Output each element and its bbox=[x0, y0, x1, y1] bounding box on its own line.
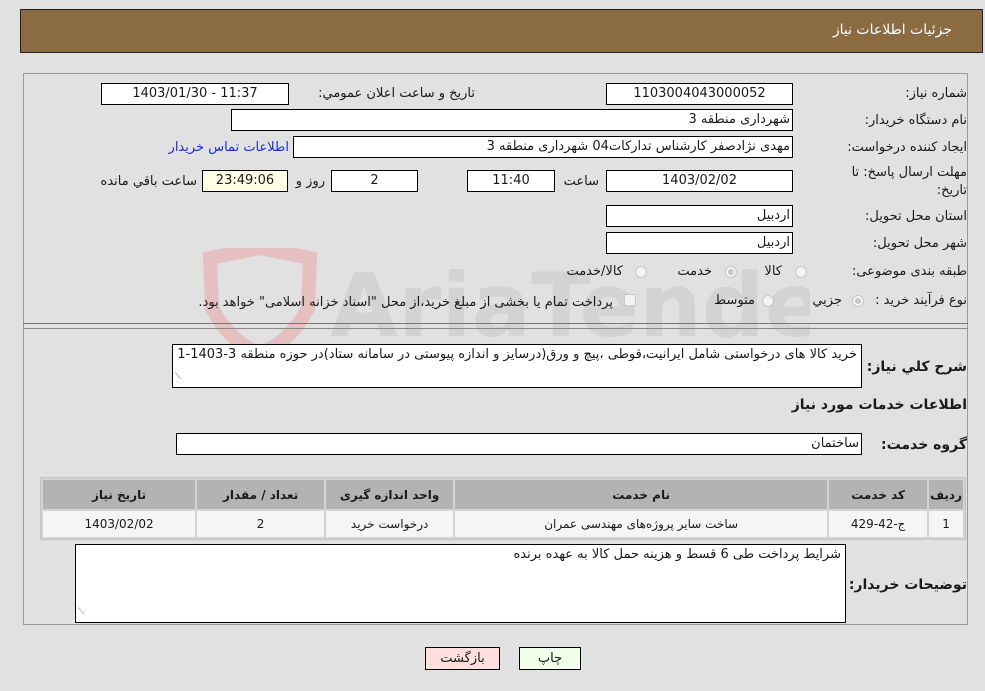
buyer-notes-text: شرایط پرداخت طی 6 قسط و هزینه حمل کالا ب… bbox=[513, 547, 841, 562]
purchase-radio-medium[interactable] bbox=[762, 295, 774, 307]
divider bbox=[23, 323, 968, 324]
city-field: اردبیل bbox=[606, 232, 793, 254]
buyer-contact-link[interactable]: اطلاعات تماس خریدار bbox=[169, 140, 289, 155]
page-header: جزئیات اطلاعات نیاز bbox=[20, 9, 983, 53]
province-field: اردبیل bbox=[606, 205, 793, 227]
city-label: شهر محل تحویل: bbox=[872, 236, 967, 251]
remaining-time-field: 23:49:06 bbox=[202, 170, 288, 192]
category-radio-goods[interactable] bbox=[795, 266, 807, 278]
deadline-date-field: 1403/02/02 bbox=[606, 170, 793, 192]
cell-service-name: ساخت سایر پروژه‌های مهندسی عمران bbox=[455, 511, 828, 537]
deadline-time-field: 11:40 bbox=[467, 170, 555, 192]
col-header-service-name: نام خدمت bbox=[455, 480, 828, 509]
purchase-option-medium: متوسط bbox=[714, 293, 755, 308]
days-label: روز و bbox=[295, 174, 325, 189]
need-number-label: شماره نیاز: bbox=[905, 86, 967, 101]
treasury-checkbox[interactable] bbox=[624, 294, 636, 306]
col-header-row-number: ردیف bbox=[929, 480, 963, 509]
cell-need-date: 1403/02/02 bbox=[43, 511, 196, 537]
category-radio-goods-service[interactable] bbox=[635, 266, 647, 278]
col-header-quantity: تعداد / مقدار bbox=[197, 480, 325, 509]
deadline-label-line2: تاریخ: bbox=[936, 183, 967, 198]
resize-grip-icon[interactable]: ⟋ bbox=[175, 369, 181, 386]
deadline-label-line1: مهلت ارسال پاسخ: تا bbox=[851, 165, 967, 180]
cell-unit: درخواست خرید bbox=[326, 511, 454, 537]
requester-label: ایجاد کننده درخواست: bbox=[847, 140, 967, 155]
province-label: استان محل تحویل: bbox=[865, 209, 967, 224]
purchase-type-label: نوع فرآیند خرید : bbox=[875, 293, 967, 308]
category-label: طبقه بندی موضوعی: bbox=[851, 264, 967, 279]
announce-datetime-label: تاریخ و ساعت اعلان عمومي: bbox=[318, 86, 475, 101]
back-button[interactable]: بازگشت bbox=[425, 647, 500, 670]
service-group-field: ساختمان bbox=[176, 433, 862, 455]
need-number-field: 1103004043000052 bbox=[606, 83, 793, 105]
deadline-time-label: ساعت bbox=[563, 174, 599, 189]
buyer-org-label: نام دستگاه خریدار: bbox=[864, 113, 967, 128]
table-header-row: ردیف کد خدمت نام خدمت واحد اندازه گیری ت… bbox=[43, 480, 963, 509]
buyer-org-field: شهرداری منطقه 3 bbox=[231, 109, 793, 131]
buyer-notes-textarea[interactable]: شرایط پرداخت طی 6 قسط و هزینه حمل کالا ب… bbox=[75, 544, 846, 623]
remaining-time-label: ساعت باقي مانده bbox=[100, 174, 197, 189]
col-header-need-date: تاریخ نیاز bbox=[43, 480, 196, 509]
description-label: شرح کلي نياز: bbox=[866, 359, 967, 375]
resize-grip-icon[interactable]: ⟋ bbox=[78, 604, 84, 621]
category-option-goods-service: کالا/خدمت bbox=[566, 264, 623, 279]
cell-service-code: ج-42-429 bbox=[829, 511, 928, 537]
service-group-label: گروه خدمت: bbox=[881, 437, 967, 453]
cell-quantity: 2 bbox=[197, 511, 325, 537]
purchase-option-minor: جزيي bbox=[812, 293, 842, 308]
cell-row-number: 1 bbox=[929, 511, 963, 537]
remaining-days-field: 2 bbox=[331, 170, 418, 192]
col-header-unit: واحد اندازه گیری bbox=[326, 480, 454, 509]
description-text: خرید کالا های درخواستی شامل ایرانیت،قوطی… bbox=[177, 347, 857, 362]
category-radio-service[interactable] bbox=[725, 266, 737, 278]
services-table: ردیف کد خدمت نام خدمت واحد اندازه گیری ت… bbox=[40, 477, 966, 540]
announce-datetime-field: 1403/01/30 - 11:37 bbox=[101, 83, 289, 105]
purchase-radio-minor[interactable] bbox=[852, 295, 864, 307]
page-title: جزئیات اطلاعات نیاز bbox=[832, 22, 952, 38]
table-row: 1 ج-42-429 ساخت سایر پروژه‌های مهندسی عم… bbox=[43, 511, 963, 537]
treasury-text: پرداخت تمام یا بخشی از مبلغ خرید،از محل … bbox=[198, 295, 613, 310]
buyer-notes-label: توضیحات خریدار: bbox=[848, 577, 967, 593]
divider bbox=[23, 328, 968, 329]
category-option-service: خدمت bbox=[677, 264, 712, 279]
category-option-goods: کالا bbox=[764, 264, 782, 279]
print-button[interactable]: چاپ bbox=[519, 647, 581, 670]
col-header-service-code: کد خدمت bbox=[829, 480, 928, 509]
requester-field: مهدی نژادصفر کارشناس تدارکات04 شهرداری م… bbox=[293, 136, 793, 158]
services-section-title: اطلاعات خدمات مورد نیاز bbox=[791, 397, 967, 413]
description-textarea[interactable]: خرید کالا های درخواستی شامل ایرانیت،قوطی… bbox=[172, 344, 862, 388]
